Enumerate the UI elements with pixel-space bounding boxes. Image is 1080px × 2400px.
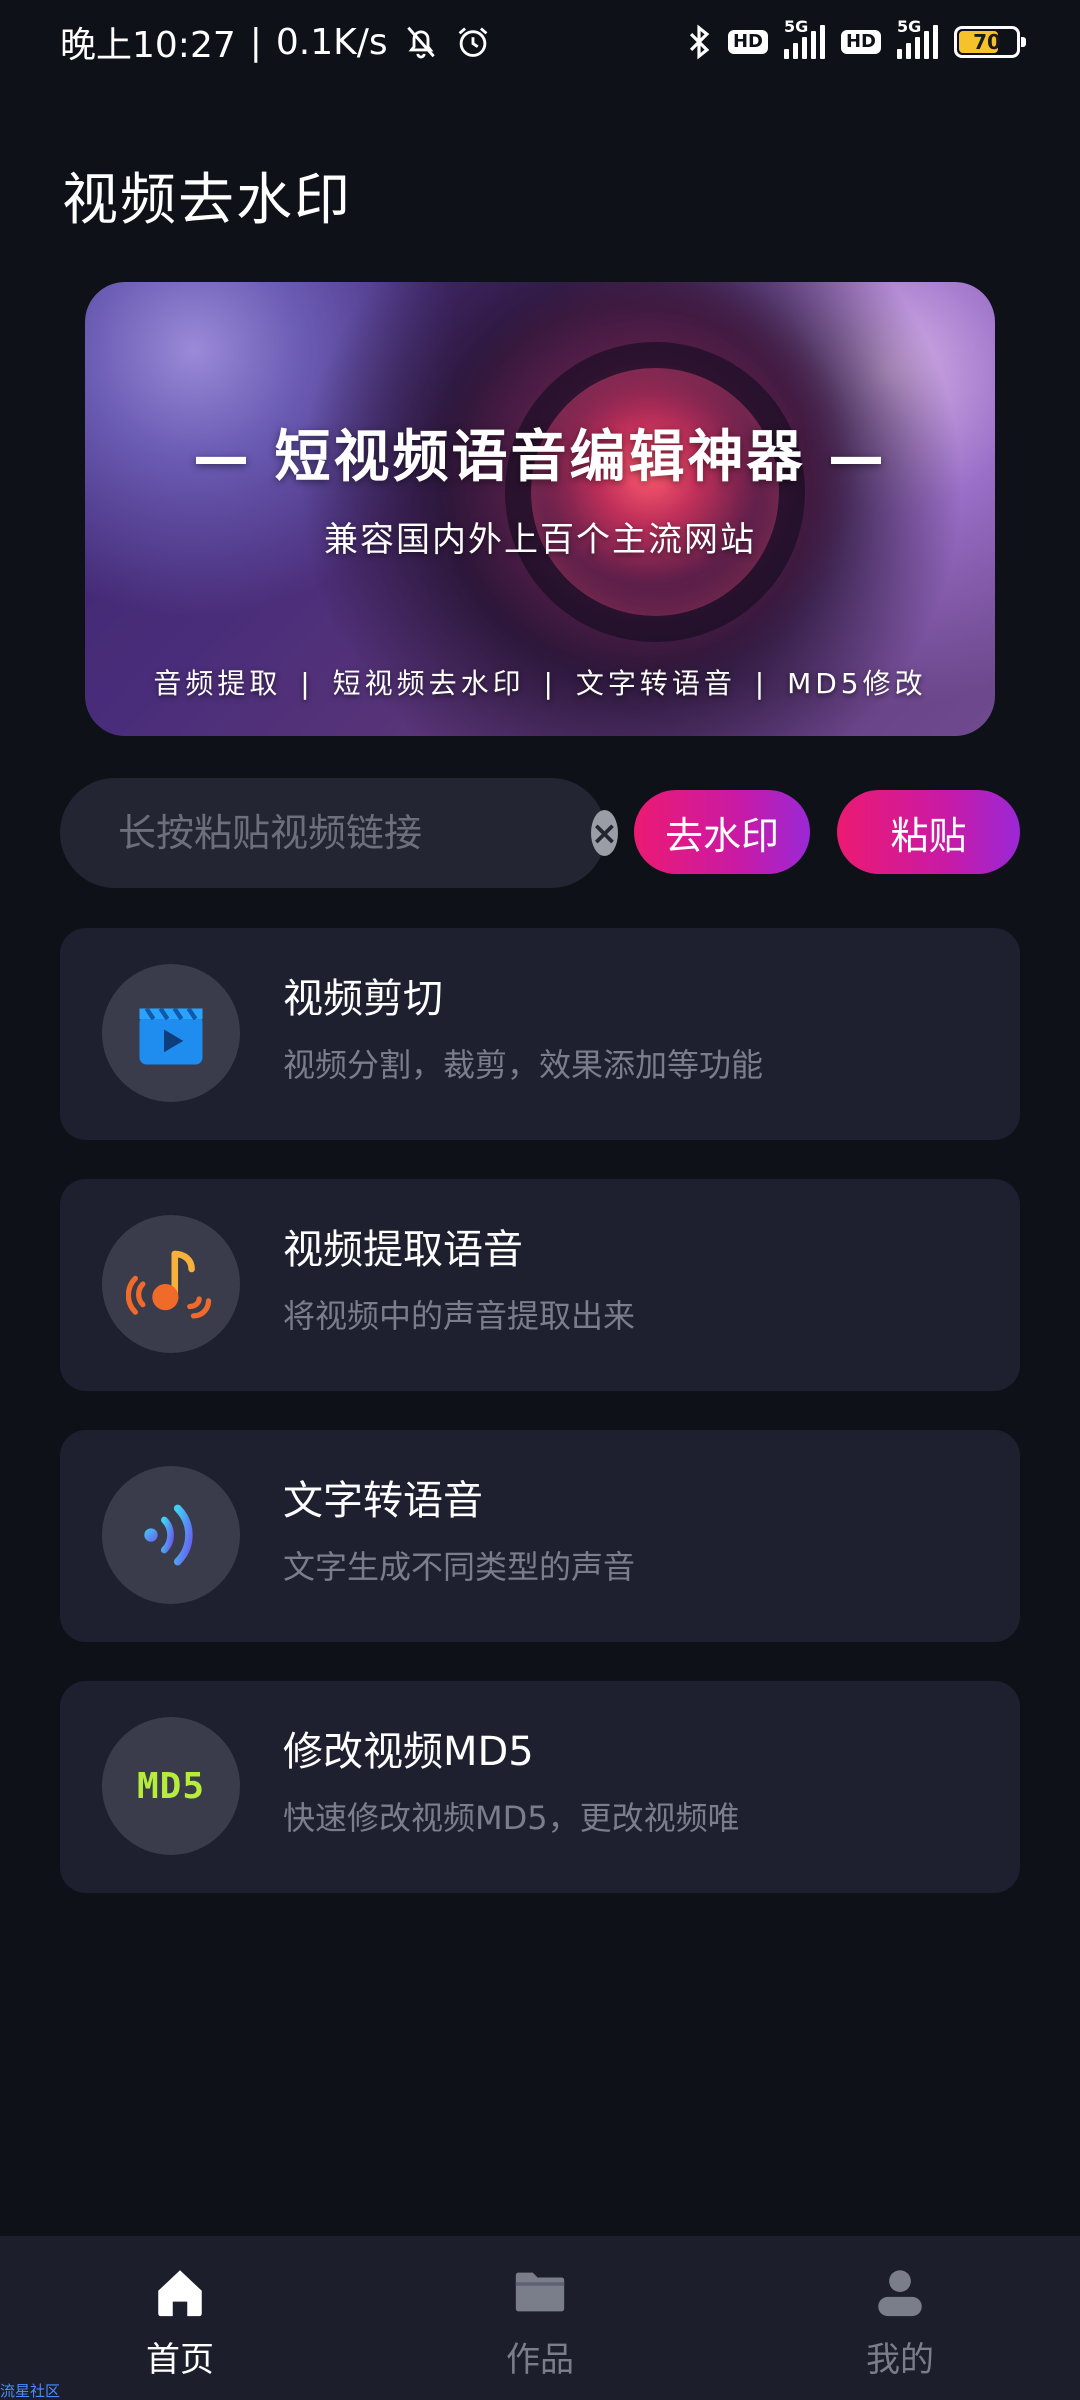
battery-level: 70: [973, 30, 1001, 54]
nav-item-works[interactable]: 作品: [440, 2262, 640, 2381]
alarm-icon: [458, 27, 488, 57]
network-type: 5G: [897, 17, 922, 36]
folder-icon: [510, 2262, 570, 2322]
user-icon: [870, 2262, 930, 2322]
battery-icon: 70: [954, 26, 1026, 58]
signal-icon: 5G: [897, 17, 938, 59]
promo-banner[interactable]: — 短视频语音编辑神器 — 兼容国内外上百个主流网站 音频提取 | 短视频去水印…: [85, 282, 995, 736]
status-separator: |: [249, 21, 262, 63]
feature-desc: 视频分割，裁剪，效果添加等功能: [283, 1046, 764, 1084]
mute-bell-icon: [406, 26, 435, 59]
status-right: HD 5G HD 5G 70: [686, 17, 1026, 61]
sound-wave-icon: [102, 1466, 240, 1604]
md5-icon-text: MD5: [136, 1765, 206, 1807]
feature-card-modify-md5[interactable]: MD5 修改视频MD5 快速修改视频MD5，更改视频唯: [60, 1681, 1020, 1893]
network-speed: 0.1K/s: [275, 21, 388, 63]
banner-subline: 兼容国内外上百个主流网站: [324, 520, 756, 560]
page-title: 视频去水印: [62, 168, 352, 233]
banner-features: 音频提取 | 短视频去水印 | 文字转语音 | MD5修改: [153, 667, 927, 700]
feature-title: 文字转语音: [283, 1478, 483, 1524]
feature-card-video-cut[interactable]: 视频剪切 视频分割，裁剪，效果添加等功能: [60, 928, 1020, 1140]
network-type: 5G: [783, 17, 809, 36]
md5-icon: MD5: [102, 1717, 240, 1855]
bluetooth-icon: [689, 24, 710, 60]
watermark: 流星社区: [0, 2382, 61, 2400]
feature-desc: 快速修改视频MD5，更改视频唯: [283, 1799, 740, 1837]
nav-item-home[interactable]: 首页: [80, 2262, 280, 2381]
feature-card-extract-audio[interactable]: 视频提取语音 将视频中的声音提取出来: [60, 1179, 1020, 1391]
hd-badge: HD: [727, 30, 768, 54]
close-icon[interactable]: ×: [591, 810, 618, 856]
paste-button[interactable]: 粘贴: [837, 790, 1020, 874]
nav-item-profile[interactable]: 我的: [800, 2262, 1000, 2381]
banner-headline: — 短视频语音编辑神器 —: [193, 425, 887, 490]
music-note-icon: [102, 1215, 240, 1353]
feature-desc: 文字生成不同类型的声音: [283, 1548, 636, 1586]
nav-label: 我的: [866, 2340, 934, 2380]
nav-label: 作品: [506, 2340, 574, 2380]
home-icon: [150, 2262, 210, 2322]
link-input-container: ×: [60, 778, 618, 888]
feature-desc: 将视频中的声音提取出来: [283, 1297, 636, 1335]
status-left: 晚上10:27 | 0.1K/s: [60, 16, 492, 68]
feature-title: 视频提取语音: [283, 1227, 523, 1273]
nav-label: 首页: [146, 2340, 214, 2380]
bottom-nav: 首页 作品 我的: [0, 2236, 1080, 2400]
status-bar: 晚上10:27 | 0.1K/s HD 5G HD 5G 70: [0, 0, 1080, 84]
clock: 晚上10:27: [60, 25, 236, 66]
signal-icon: 5G: [783, 17, 825, 59]
feature-card-text-to-speech[interactable]: 文字转语音 文字生成不同类型的声音: [60, 1430, 1020, 1642]
link-input[interactable]: [118, 811, 591, 855]
hd-badge: HD: [840, 30, 881, 54]
remove-watermark-button[interactable]: 去水印: [634, 790, 810, 874]
feature-title: 修改视频MD5: [283, 1729, 534, 1775]
clapperboard-icon: [102, 964, 240, 1102]
feature-title: 视频剪切: [283, 976, 443, 1022]
